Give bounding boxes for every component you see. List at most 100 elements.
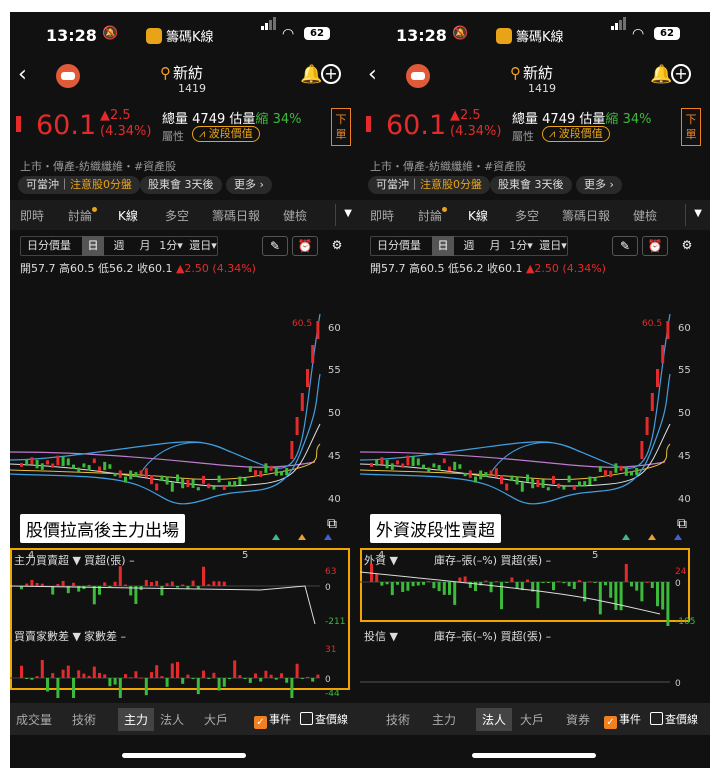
gear-icon[interactable]: ⚙ (674, 236, 700, 256)
draw-tool-icon[interactable]: ✎ (262, 236, 288, 256)
tab-kline[interactable]: K線 (118, 207, 138, 224)
candle (144, 468, 148, 478)
bottom-tab[interactable]: 技術 (72, 711, 96, 728)
candle (264, 463, 268, 473)
period-daily-volume[interactable]: 日分價量 (372, 236, 426, 256)
bottom-tab[interactable]: 主力 (432, 711, 456, 728)
more-pill[interactable]: 更多 › (576, 176, 622, 194)
tab-kline[interactable]: K線 (468, 207, 488, 224)
alarm-icon[interactable]: ⏰ (292, 236, 318, 256)
candle (520, 481, 524, 492)
stock-name[interactable]: ⚲ 新紡 (160, 62, 203, 83)
wave-value-button[interactable]: ⩘ 波段價值 (192, 126, 260, 142)
event-marker[interactable] (298, 534, 306, 540)
tabs-dropdown-icon[interactable]: ▼ (694, 208, 702, 219)
candle (484, 472, 488, 477)
bottom-tab[interactable]: 技術 (386, 711, 410, 728)
daytrade-pill[interactable]: 可當沖｜注意股0分盤 (368, 176, 490, 194)
bottom-tab[interactable]: 法人 (476, 708, 513, 731)
subchart2[interactable]: 31 0 -44 (10, 642, 360, 698)
tab-bull-bear[interactable]: 多空 (515, 207, 539, 224)
tab-realtime[interactable]: 即時 (370, 207, 394, 224)
tab-bull-bear[interactable]: 多空 (165, 207, 189, 224)
candle (437, 465, 441, 471)
tab-discussion[interactable]: 討論 (418, 207, 448, 224)
tab-checkup[interactable]: 健檢 (633, 207, 657, 224)
period-minute[interactable]: 1分▾ (508, 236, 534, 256)
more-pill[interactable]: 更多 › (226, 176, 272, 194)
bottom-tab[interactable]: 法人 (160, 711, 184, 728)
sub-bar (510, 577, 514, 582)
est-volume-label: 估量 (579, 112, 606, 127)
order-button[interactable]: 下單 (681, 108, 701, 146)
bottom-tab[interactable]: 大戶 (204, 711, 228, 728)
tab-realtime[interactable]: 即時 (20, 207, 44, 224)
period-month[interactable]: 月 (484, 236, 506, 256)
period-minute[interactable]: 1分▾ (158, 236, 184, 256)
unchecked-icon (300, 712, 313, 725)
sub-bar (134, 586, 138, 604)
period-daily-volume[interactable]: 日分價量 (22, 236, 76, 256)
agm-pill[interactable]: 股東會 3天後 (140, 176, 222, 194)
candle (370, 463, 373, 467)
agm-pill[interactable]: 股東會 3天後 (490, 176, 572, 194)
bottom-tab[interactable]: 大戶 (520, 711, 544, 728)
candle (134, 472, 138, 477)
event-checkbox[interactable]: ✓ 事件 (254, 711, 291, 729)
add-watchlist-icon[interactable]: + (321, 64, 341, 84)
alert-bell-icon[interactable]: 🔔 (300, 64, 322, 85)
event-marker[interactable] (648, 534, 656, 540)
sub-bar (160, 676, 164, 678)
tab-chip-daily[interactable]: 籌碼日報 (212, 207, 260, 224)
event-marker[interactable] (272, 534, 280, 540)
add-watchlist-icon[interactable]: + (671, 64, 691, 84)
price-row: 60.1 ▲2.5 (4.34%) 總量 4749 估量縮 34% 屬性 ⩘ 波段… (10, 104, 360, 154)
candle (222, 485, 226, 490)
tab-chip-daily[interactable]: 籌碼日報 (562, 207, 610, 224)
robot-assistant-icon[interactable] (406, 64, 430, 88)
draw-tool-icon[interactable]: ✎ (612, 236, 638, 256)
candle (20, 463, 23, 467)
order-button[interactable]: 下單 (331, 108, 351, 146)
period-week[interactable]: 週 (108, 236, 130, 256)
robot-assistant-icon[interactable] (56, 64, 80, 88)
subchart2[interactable]: 0 (360, 642, 710, 698)
back-arrow-icon[interactable]: ‹ (18, 62, 27, 87)
period-month[interactable]: 月 (134, 236, 156, 256)
subchart1[interactable]: 24 0 -105 (360, 564, 710, 626)
tab-checkup[interactable]: 健檢 (283, 207, 307, 224)
candle (562, 486, 566, 490)
bottom-tab[interactable]: 資券 (566, 711, 590, 728)
wave-value-button[interactable]: ⩘ 波段價值 (542, 126, 610, 142)
adjust-select[interactable]: 還日▾ (538, 236, 568, 256)
candle (411, 456, 415, 467)
price-line-checkbox[interactable]: 查價線 (650, 711, 698, 727)
period-week[interactable]: 週 (458, 236, 480, 256)
event-checkbox[interactable]: ✓ 事件 (604, 711, 641, 729)
period-day[interactable]: 日 (82, 236, 104, 256)
wifi-icon: ◠ (632, 26, 645, 42)
subchart1[interactable]: 63 0 -211 (10, 564, 360, 626)
price-line-checkbox[interactable]: 查價線 (300, 711, 348, 727)
back-arrow-icon[interactable]: ‹ (368, 62, 377, 87)
alarm-icon[interactable]: ⏰ (642, 236, 668, 256)
tab-discussion[interactable]: 討論 (68, 207, 98, 224)
daytrade-pill[interactable]: 可當沖｜注意股0分盤 (18, 176, 140, 194)
battery-icon: 62 (304, 27, 330, 40)
sub-bar (316, 674, 320, 678)
adjust-select[interactable]: 還日▾ (188, 236, 218, 256)
alert-bell-icon[interactable]: 🔔 (650, 64, 672, 85)
event-label: 事件 (619, 713, 641, 726)
gear-icon[interactable]: ⚙ (324, 236, 350, 256)
bottom-tab[interactable]: 成交量 (16, 711, 52, 728)
bottom-tab[interactable]: 主力 (118, 708, 155, 731)
period-day[interactable]: 日 (432, 236, 454, 256)
sub-bar (254, 673, 257, 678)
stock-name[interactable]: ⚲ 新紡 (510, 62, 553, 83)
sub-bar (35, 582, 39, 586)
sub-bar (217, 678, 221, 691)
restore-icon[interactable]: ⧉ (671, 516, 693, 538)
event-marker[interactable] (622, 534, 630, 540)
tabs-dropdown-icon[interactable]: ▼ (344, 208, 352, 219)
restore-icon[interactable]: ⧉ (321, 516, 343, 538)
